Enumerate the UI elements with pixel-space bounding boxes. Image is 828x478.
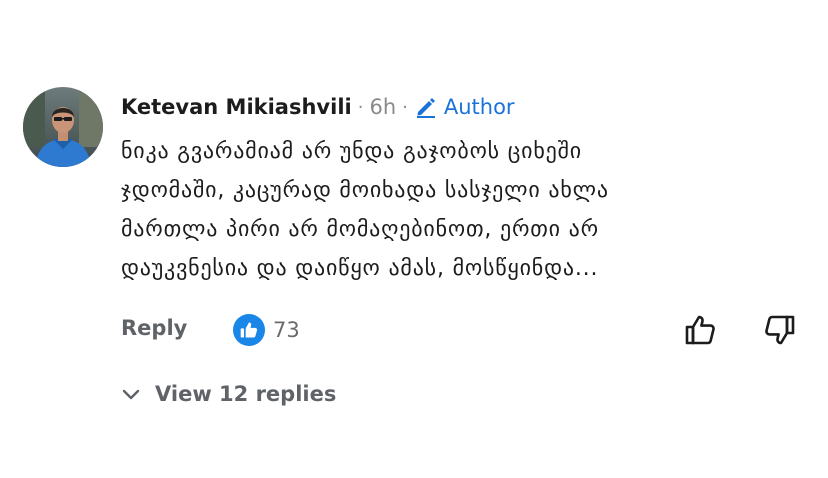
comment-text: ნიკა გვარამიამ არ უნდა გაჯობოს ციხეში ჯდ…: [121, 132, 771, 288]
view-replies-label: View 12 replies: [155, 382, 337, 406]
author-badge: Author: [414, 95, 515, 119]
author-name[interactable]: Ketevan Mikiashvili: [121, 95, 352, 119]
timestamp: 6h: [369, 95, 397, 119]
thumbs-down-outline-icon[interactable]: [761, 312, 797, 348]
comment-actions: Reply 73: [121, 312, 811, 348]
comment-text-line: ჯდომაში, კაცურად მოიხადა სასჯელი ახლა: [121, 178, 609, 203]
thumbs-up-outline-icon[interactable]: [683, 312, 719, 348]
chevron-down-icon: [121, 384, 141, 404]
author-badge-label: Author: [443, 95, 515, 119]
comment-text-line: მართლა პირი არ მომაღებინოთ, ერთი არ: [121, 217, 599, 242]
comment-header: Ketevan Mikiashvili · 6h · Author: [121, 93, 515, 121]
avatar[interactable]: [23, 87, 103, 167]
view-replies-button[interactable]: View 12 replies: [121, 378, 336, 410]
reply-button[interactable]: Reply: [121, 316, 187, 340]
comment-card: Ketevan Mikiashvili · 6h · Author ნიკა გ…: [0, 0, 828, 478]
separator-dot: ·: [402, 96, 408, 118]
separator-dot: ·: [357, 96, 364, 118]
comment-text-line: ნიკა გვარამიამ არ უნდა გაჯობოს ციხეში: [121, 139, 582, 164]
pencil-icon: [414, 95, 438, 119]
comment-text-line: დაუკვნესია და დაიწყო ამას, მოსწყინდა...: [121, 256, 599, 281]
like-count: 73: [273, 318, 300, 342]
thumbs-up-icon: [233, 314, 265, 346]
like-summary: 73: [233, 312, 300, 348]
